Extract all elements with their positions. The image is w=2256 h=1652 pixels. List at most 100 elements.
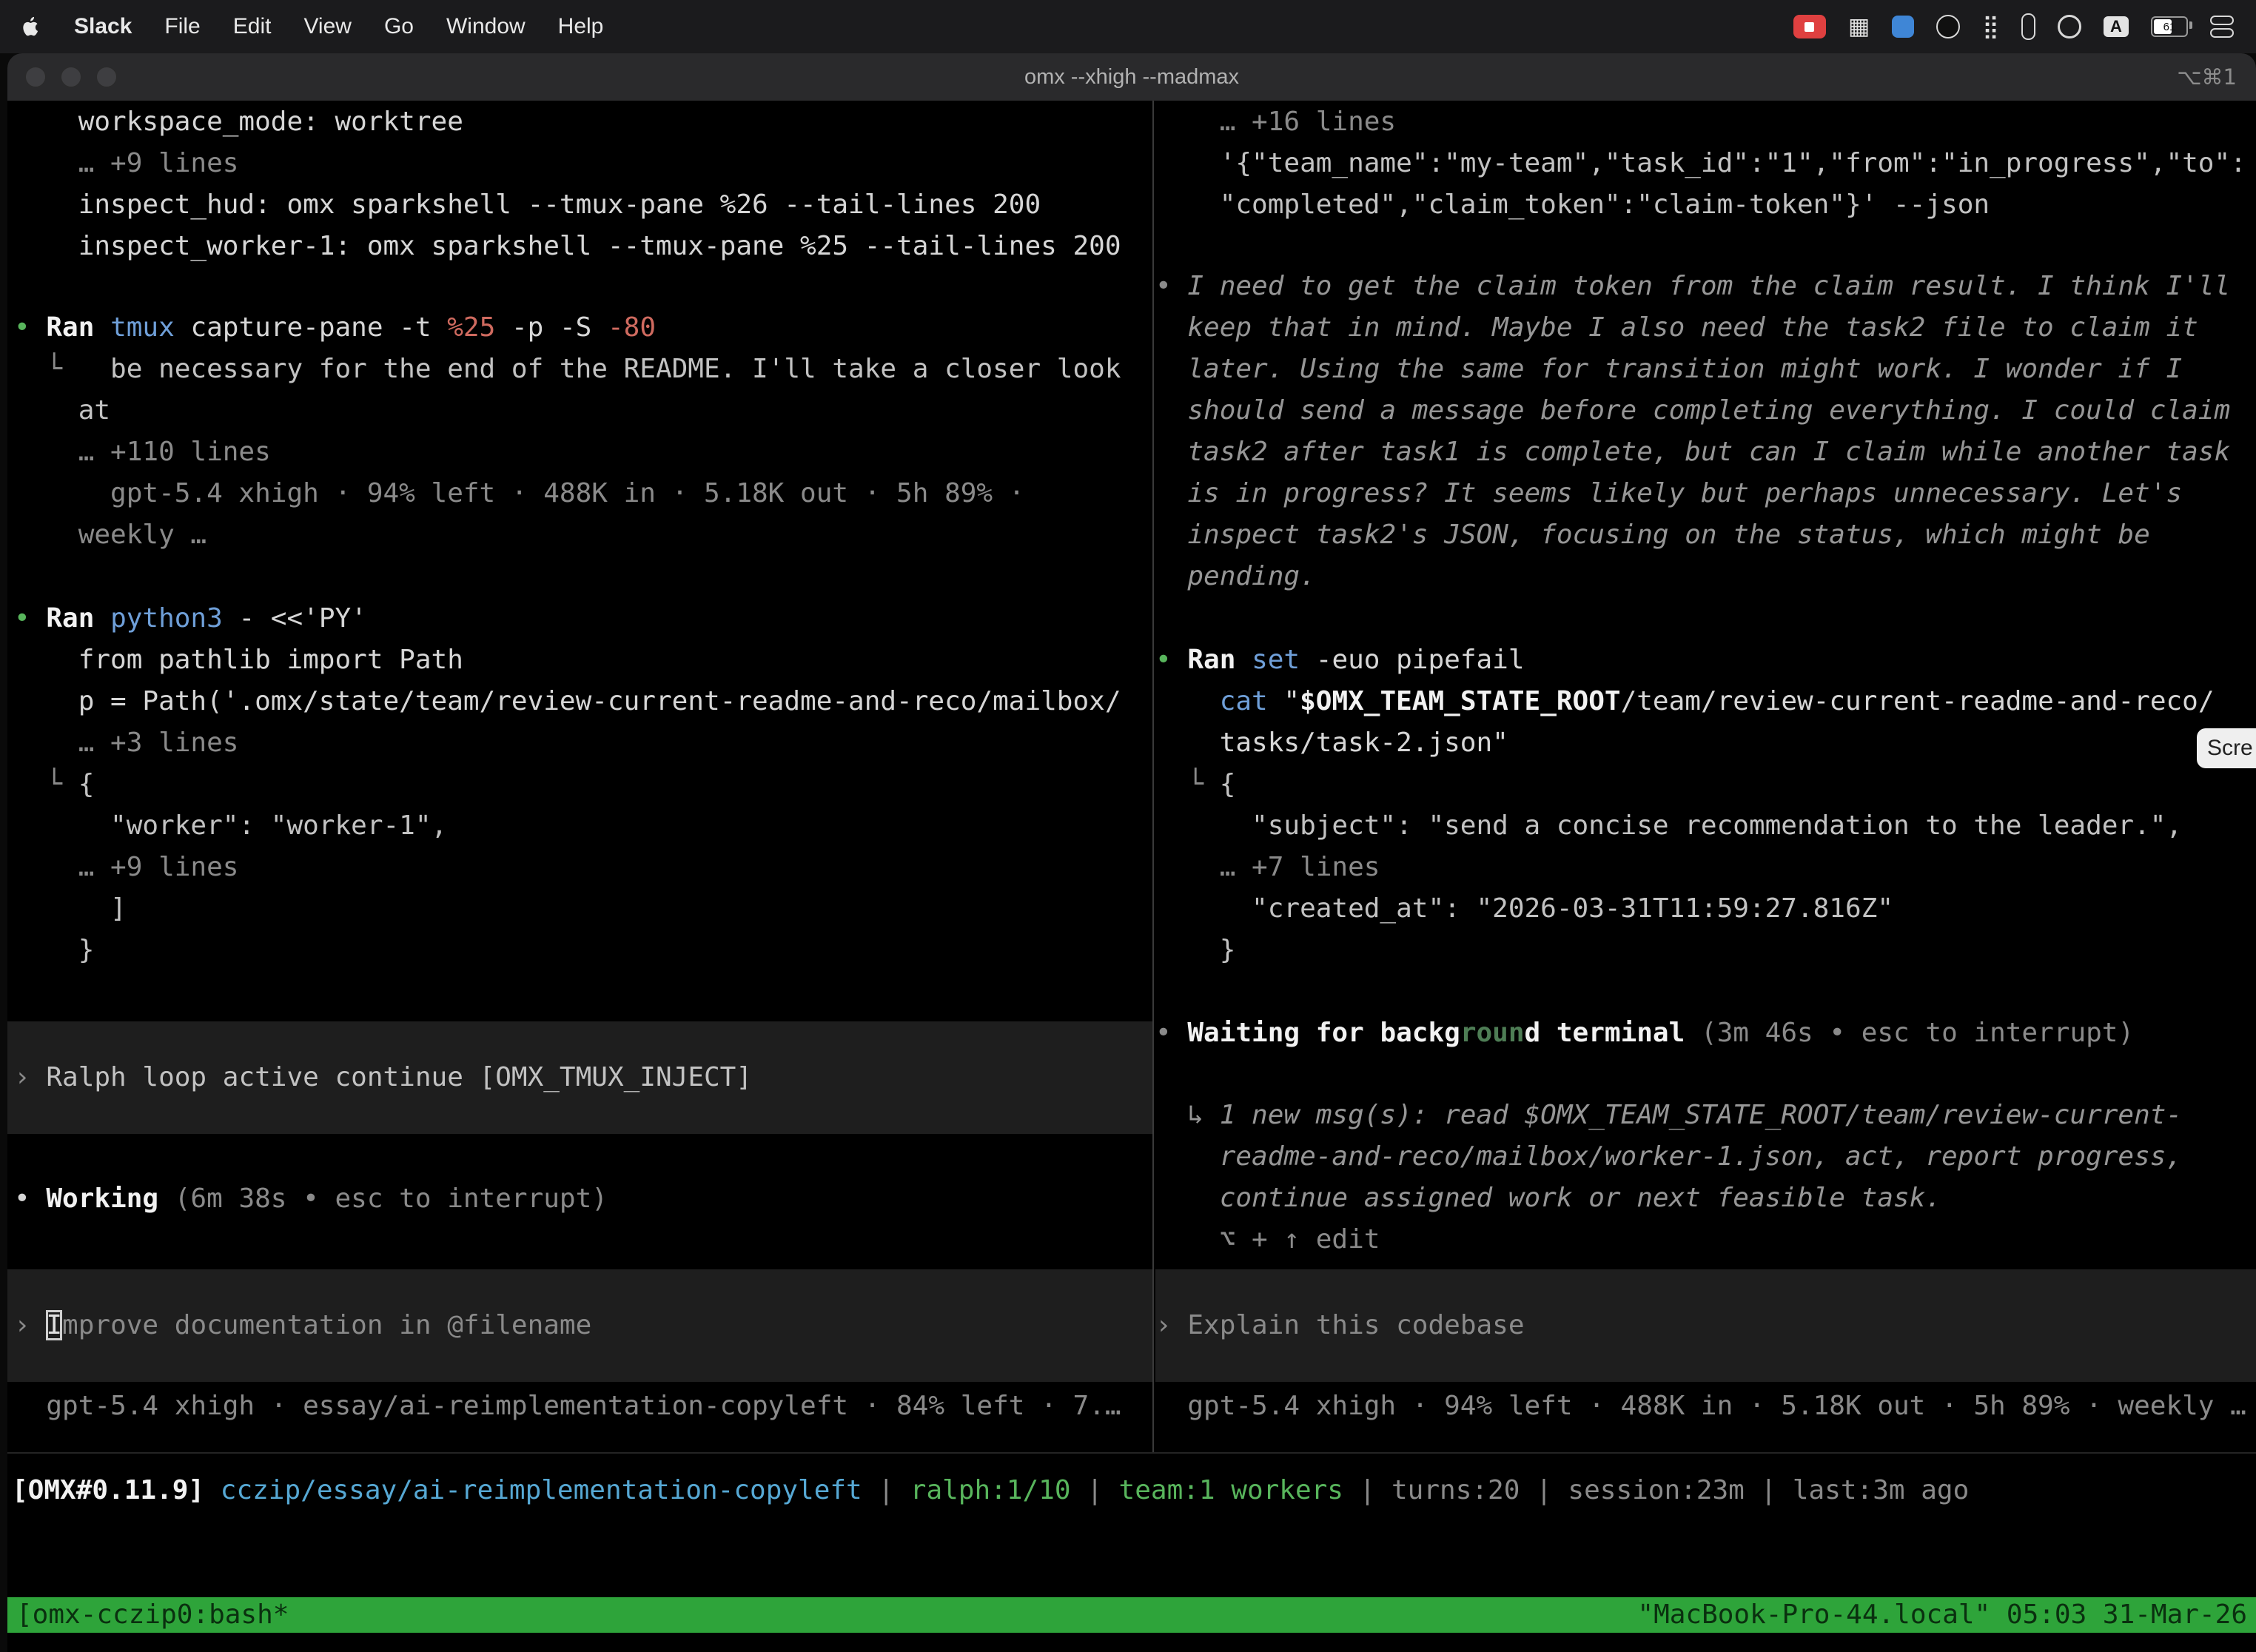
- tmux-host-clock: "MacBook-Pro-44.local" 05:03 31-Mar-26: [1637, 1597, 2247, 1633]
- terminal-line: '{"team_name":"my-team","task_id":"1","f…: [1155, 143, 2256, 184]
- text-segment: }: [14, 935, 94, 965]
- text-segment: task2 after task1 is complete, but can I…: [1155, 437, 2230, 467]
- text-segment: -euo pipefail: [1300, 645, 1524, 675]
- text-segment: cczip/essay/ai-reimplementation-copyleft: [221, 1475, 862, 1505]
- terminal-line: › Explain this codebase: [1155, 1305, 2256, 1346]
- text-segment: -p -S: [495, 312, 608, 343]
- display-grid-icon[interactable]: ▦: [1848, 13, 1870, 40]
- terminal-line: }: [14, 930, 1152, 971]
- text-segment: "created_at": "2026-03-31T11:59:27.816Z": [1155, 893, 1893, 924]
- menu-item-file[interactable]: File: [164, 14, 200, 39]
- text-segment: p = Path('.omx/state/team/review-current…: [14, 686, 1121, 716]
- text-segment: (3m 46s • esc to interrupt): [1685, 1018, 2134, 1048]
- terminal-line: ↳ 1 new msg(s): read $OMX_TEAM_STATE_ROO…: [1155, 1095, 2256, 1136]
- terminal-line: later. Using the same for transition mig…: [1155, 349, 2256, 390]
- menu-item-go[interactable]: Go: [384, 14, 414, 39]
- working-status: • Working (6m 38s • esc to interrupt): [14, 1178, 1152, 1220]
- text-segment: [204, 1475, 221, 1505]
- text-segment: Explain this codebase: [1187, 1310, 1524, 1340]
- text-segment: - <<'PY': [223, 603, 367, 634]
- terminal-line: • I need to get the claim token from the…: [1155, 266, 2256, 307]
- terminal-line: readme-and-reco/mailbox/worker-1.json, a…: [1155, 1136, 2256, 1178]
- terminal-line: should send a message before completing …: [1155, 390, 2256, 432]
- tmux-pane-right[interactable]: … +16 lines '{"team_name":"my-team","tas…: [1155, 101, 2256, 1452]
- battery-icon[interactable]: 61: [2151, 16, 2188, 37]
- prompt-input-right[interactable]: › Explain this codebase: [1155, 1269, 2256, 1382]
- blue-app-icon[interactable]: [1892, 16, 1914, 38]
- terminal-line: … +9 lines: [14, 143, 1152, 184]
- menu-item-window[interactable]: Window: [446, 14, 526, 39]
- dark-circle-app-icon[interactable]: [1936, 15, 1960, 38]
- text-segment: team:1 workers: [1119, 1475, 1343, 1505]
- text-segment: gpt-5.4 xhigh · 94% left · 488K in · 5.1…: [14, 478, 1024, 508]
- text-segment: ›: [14, 1310, 46, 1340]
- text-segment: Working: [46, 1183, 158, 1214]
- terminal-content[interactable]: workspace_mode: worktree … +9 lines insp…: [7, 101, 2256, 1652]
- terminal-line: • Waiting for background terminal (3m 46…: [1155, 1013, 2256, 1054]
- terminal-line: • Working (6m 38s • esc to interrupt): [14, 1178, 1152, 1220]
- text-segment: … +16 lines: [1155, 107, 1396, 137]
- ran-cat-task-json: • Ran set -euo pipefail cat "$OMX_TEAM_S…: [1155, 639, 2256, 971]
- prompt-input-left[interactable]: › Improve documentation in @filename: [7, 1269, 1152, 1382]
- ran-tmux-capture-pane: • Ran tmux capture-pane -t %25 -p -S -80…: [14, 307, 1152, 556]
- text-segment: at: [14, 395, 110, 426]
- input-source-icon[interactable]: A: [2104, 16, 2129, 37]
- window-shortcut-hint: ⌥⌘1: [2177, 64, 2237, 90]
- pane-divider[interactable]: [1152, 101, 1154, 1452]
- terminal-line: • Ran tmux capture-pane -t %25 -p -S -80: [14, 307, 1152, 349]
- key-pill-icon[interactable]: [2021, 13, 2035, 40]
- omx-status-line: [OMX#0.11.9] cczip/essay/ai-reimplementa…: [12, 1470, 2256, 1511]
- text-segment: be necessary for the end of the README. …: [110, 354, 1121, 384]
- text-segment: d terminal: [1525, 1018, 1685, 1048]
- terminal-line: "worker": "worker-1",: [14, 805, 1152, 847]
- apple-icon[interactable]: [22, 15, 41, 38]
- text-segment: Waiting for backg: [1187, 1018, 1460, 1048]
- text-segment: Ran: [46, 312, 110, 343]
- tmux-pane-left[interactable]: workspace_mode: worktree … +9 lines insp…: [14, 101, 1152, 1452]
- terminal-line: … +9 lines: [14, 847, 1152, 888]
- text-segment: tmux: [110, 312, 175, 343]
- screenshot-tooltip: Scre: [2197, 728, 2256, 768]
- text-segment: %25: [447, 312, 495, 343]
- text-segment: •: [14, 603, 46, 634]
- ralph-loop-banner[interactable]: › Ralph loop active continue [OMX_TMUX_I…: [7, 1021, 1152, 1134]
- text-segment: … +3 lines: [14, 728, 238, 758]
- screen-recording-stop-icon[interactable]: [1793, 15, 1826, 38]
- menu-app-name[interactable]: Slack: [74, 14, 132, 39]
- text-segment: … +110 lines: [14, 437, 271, 467]
- waiting-status: • Waiting for background terminal (3m 46…: [1155, 1013, 2256, 1054]
- text-segment: •: [1155, 645, 1187, 675]
- terminal-line: › Ralph loop active continue [OMX_TMUX_I…: [14, 1057, 1152, 1098]
- apps-grid-icon[interactable]: ⣿: [1982, 13, 1999, 40]
- screen: Slack File Edit View Go Window Help ▦ ⣿ …: [0, 0, 2256, 1652]
- text-segment: |: [1071, 1475, 1119, 1505]
- menu-item-view[interactable]: View: [303, 14, 351, 39]
- text-segment: mprove documentation in @filename: [62, 1310, 591, 1340]
- text-segment: ↳ 1 new msg(s): read $OMX_TEAM_STATE_ROO…: [1155, 1100, 2182, 1130]
- terminal-line: … +110 lines: [14, 432, 1152, 473]
- text-segment: pending.: [1155, 561, 1316, 591]
- menu-item-help[interactable]: Help: [558, 14, 604, 39]
- text-segment: •: [1155, 1018, 1187, 1048]
- text-segment: readme-and-reco/mailbox/worker-1.json, a…: [1155, 1141, 2182, 1172]
- terminal-line: pending.: [1155, 556, 2256, 597]
- text-segment: •: [14, 1183, 46, 1214]
- text-segment: "worker": "worker-1",: [14, 810, 447, 841]
- menu-item-edit[interactable]: Edit: [233, 14, 272, 39]
- text-segment: cat: [1220, 686, 1268, 716]
- text-cursor: I: [46, 1310, 62, 1340]
- window-title-bar[interactable]: omx --xhigh --madmax ⌥⌘1: [7, 53, 2256, 101]
- terminal-window: omx --xhigh --madmax ⌥⌘1 workspace_mode:…: [7, 53, 2256, 1652]
- json-arg-output: … +16 lines '{"team_name":"my-team","tas…: [1155, 101, 2256, 226]
- ring-icon[interactable]: [2058, 15, 2081, 38]
- terminal-line: [OMX#0.11.9] cczip/essay/ai-reimplementa…: [12, 1470, 2256, 1511]
- terminal-line: › Improve documentation in @filename: [14, 1305, 1152, 1346]
- mailbox-message: ↳ 1 new msg(s): read $OMX_TEAM_STATE_ROO…: [1155, 1095, 2256, 1260]
- terminal-line: "created_at": "2026-03-31T11:59:27.816Z": [1155, 888, 2256, 930]
- terminal-line: keep that in mind. Maybe I also need the…: [1155, 307, 2256, 349]
- control-center-icon[interactable]: [2210, 16, 2234, 38]
- text-segment: weekly …: [14, 520, 207, 550]
- terminal-line: • Ran python3 - <<'PY': [14, 598, 1152, 639]
- terminal-line: … +7 lines: [1155, 847, 2256, 888]
- terminal-line: "subject": "send a concise recommendatio…: [1155, 805, 2256, 847]
